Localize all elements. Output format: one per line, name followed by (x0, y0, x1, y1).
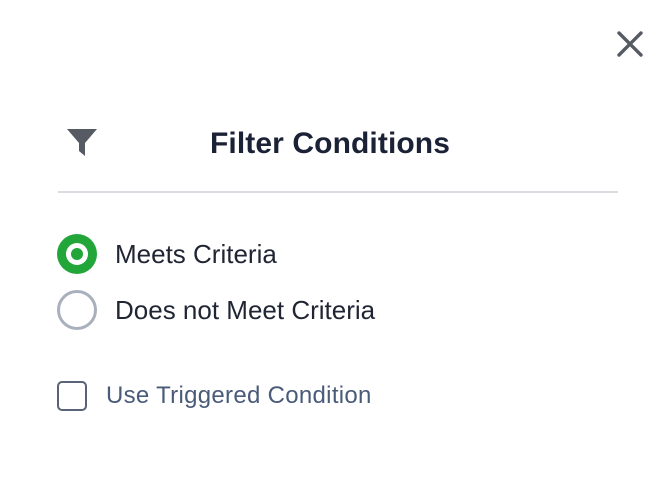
header-divider (58, 191, 618, 193)
dialog-header: Filter Conditions (58, 118, 618, 170)
use-triggered-condition-option[interactable]: Use Triggered Condition (57, 378, 372, 414)
filter-funnel-icon (66, 128, 98, 158)
filter-conditions-dialog: Filter Conditions Meets Criteria Does no… (0, 0, 672, 496)
radio-button-unselected[interactable] (56, 289, 98, 331)
radio-option-meets-criteria[interactable]: Meets Criteria (56, 232, 277, 276)
radio-option-does-not-meet-criteria[interactable]: Does not Meet Criteria (56, 288, 375, 332)
radio-label-does-not-meet-criteria: Does not Meet Criteria (115, 295, 376, 325)
radio-button-selected[interactable] (56, 233, 98, 275)
radio-label-meets-criteria: Meets Criteria (115, 239, 277, 269)
close-icon (617, 31, 643, 57)
dialog-title: Filter Conditions (210, 127, 451, 160)
use-triggered-condition-checkbox[interactable] (57, 381, 87, 411)
close-button[interactable] (614, 28, 646, 60)
use-triggered-condition-label: Use Triggered Condition (106, 382, 372, 409)
